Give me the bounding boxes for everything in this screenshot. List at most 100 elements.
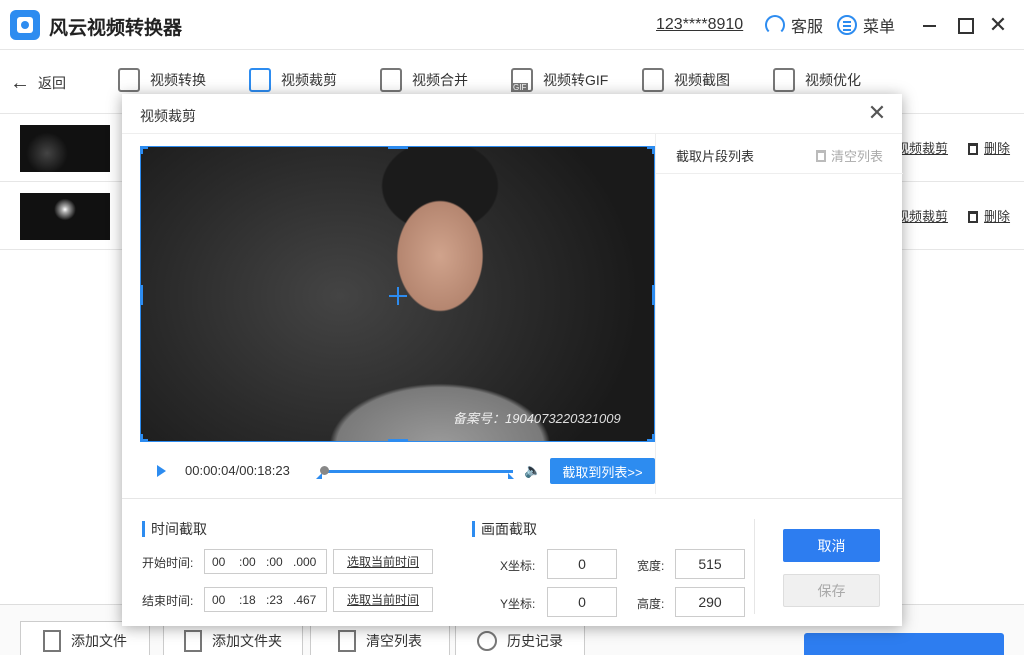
video-merge-icon: [380, 68, 402, 92]
add-file-button[interactable]: 添加文件: [20, 621, 150, 655]
delete-button[interactable]: 删除: [968, 206, 1010, 225]
start-convert-button[interactable]: [804, 633, 1004, 655]
add-folder-icon: [184, 630, 202, 652]
service-label: 客服: [791, 19, 824, 36]
headset-icon: [765, 15, 785, 35]
screenshot-icon: [642, 68, 664, 92]
minimize-button[interactable]: [920, 15, 940, 35]
tool-label: 视频合并: [412, 72, 468, 88]
tool-label: 视频优化: [805, 72, 861, 88]
dialog-header: 视频裁剪 ✕: [122, 94, 902, 134]
dialog-close-icon[interactable]: ✕: [867, 102, 887, 124]
pick-current-end-button[interactable]: 选取当前时间: [333, 587, 433, 612]
playhead-knob[interactable]: [319, 466, 329, 475]
start-time-label: 开始时间:: [142, 556, 194, 570]
crop-handle[interactable]: [140, 146, 143, 154]
dialog-title: 视频裁剪: [140, 108, 196, 124]
back-arrow-icon: ←: [10, 72, 30, 94]
crop-handle[interactable]: [388, 439, 408, 442]
start-hour: 00: [212, 554, 226, 569]
menu-button[interactable]: 菜单: [837, 14, 895, 36]
range-end-handle[interactable]: [508, 473, 514, 479]
video-thumbnail: [20, 125, 110, 172]
video-thumbnail: [20, 193, 110, 240]
end-second: :23: [266, 592, 283, 607]
title-bar: 风云视频转换器 123****8910 客服 菜单 ✕: [0, 0, 1024, 50]
video-preview[interactable]: 备案号：1904073220321009: [140, 146, 655, 442]
clear-list-label: 清空列表: [366, 633, 422, 649]
crop-handle[interactable]: [140, 285, 143, 305]
maximize-button[interactable]: [955, 15, 975, 35]
delete-button[interactable]: 删除: [968, 138, 1010, 157]
tool-label: 视频转换: [150, 72, 206, 88]
optimize-icon: [773, 68, 795, 92]
app-logo-icon: [10, 10, 40, 40]
close-window-button[interactable]: ✕: [988, 14, 1008, 36]
tool-video-gif[interactable]: 视频转GIF: [511, 68, 608, 92]
add-folder-button[interactable]: 添加文件夹: [163, 621, 303, 655]
history-button[interactable]: 历史记录: [455, 621, 585, 655]
delete-label: 删除: [984, 209, 1011, 224]
save-button[interactable]: 保存: [783, 574, 880, 607]
tool-video-merge[interactable]: 视频合并: [380, 68, 468, 92]
end-ms: .467: [293, 592, 317, 607]
end-minute: :18: [239, 592, 256, 607]
start-minute: :00: [239, 554, 256, 569]
end-hour: 00: [212, 592, 226, 607]
time-section-title: 时间截取: [142, 521, 207, 537]
clip-list-panel: 截取片段列表 清空列表: [655, 134, 903, 494]
start-second: :00: [266, 554, 283, 569]
end-time-input[interactable]: 00 :18 :23 .467: [204, 587, 327, 612]
clear-list-button[interactable]: 清空列表: [310, 621, 450, 655]
row-actions: 视频裁剪 删除: [896, 138, 1010, 157]
crop-handle[interactable]: [140, 434, 143, 442]
gif-icon: [511, 68, 533, 92]
tool-video-optimize[interactable]: 视频优化: [773, 68, 861, 92]
x-label: X坐标:: [500, 559, 536, 573]
row-actions: 视频裁剪 删除: [896, 206, 1010, 225]
video-convert-icon: [118, 68, 140, 92]
trash-icon: [816, 149, 826, 162]
customer-service-button[interactable]: 客服: [765, 14, 823, 36]
clip-list-header: 截取片段列表 清空列表: [656, 134, 903, 174]
crop-link[interactable]: 视频裁剪: [896, 138, 948, 157]
volume-icon[interactable]: 🔈: [524, 462, 541, 478]
playback-time: 00:00:04/00:18:23: [185, 463, 290, 478]
account-link[interactable]: 123****8910: [656, 16, 743, 34]
crop-handle[interactable]: [388, 146, 408, 149]
crop-box[interactable]: [140, 146, 655, 442]
clear-clip-list-button[interactable]: 清空列表: [816, 146, 883, 165]
tool-video-screenshot[interactable]: 视频截图: [642, 68, 730, 92]
cancel-button[interactable]: 取消: [783, 529, 880, 562]
add-folder-label: 添加文件夹: [212, 633, 282, 649]
crop-settings: 时间截取 开始时间: 00 :00 :00 .000 选取当前时间 结束时间: …: [122, 498, 902, 626]
tool-video-convert[interactable]: 视频转换: [118, 68, 206, 92]
add-file-label: 添加文件: [71, 633, 127, 649]
crosshair-icon[interactable]: [389, 287, 407, 305]
tool-video-crop[interactable]: 视频裁剪: [249, 68, 337, 92]
divider: [754, 519, 755, 614]
pick-current-start-button[interactable]: 选取当前时间: [333, 549, 433, 574]
timeline-track[interactable]: [323, 470, 513, 473]
start-time-input[interactable]: 00 :00 :00 .000: [204, 549, 327, 574]
play-icon[interactable]: [157, 465, 166, 477]
y-input[interactable]: 0: [547, 587, 617, 617]
crop-link[interactable]: 视频裁剪: [896, 206, 948, 225]
trash-icon: [968, 211, 979, 223]
frame-section-title: 画面截取: [472, 521, 537, 537]
tool-label: 视频截图: [674, 72, 730, 88]
clear-list-label: 清空列表: [831, 149, 884, 164]
width-input[interactable]: 515: [675, 549, 745, 579]
clip-list-title: 截取片段列表: [676, 149, 755, 164]
menu-label: 菜单: [863, 19, 896, 36]
end-time-label: 结束时间:: [142, 594, 194, 608]
add-to-list-button[interactable]: 截取到列表>>: [550, 458, 655, 484]
width-label: 宽度:: [637, 559, 665, 573]
height-input[interactable]: 290: [675, 587, 745, 617]
tool-label: 视频转GIF: [543, 72, 609, 88]
tool-label: 视频裁剪: [281, 72, 337, 88]
add-file-icon: [43, 630, 61, 652]
height-label: 高度:: [637, 597, 665, 611]
back-button[interactable]: ← 返回: [10, 73, 66, 93]
x-input[interactable]: 0: [547, 549, 617, 579]
